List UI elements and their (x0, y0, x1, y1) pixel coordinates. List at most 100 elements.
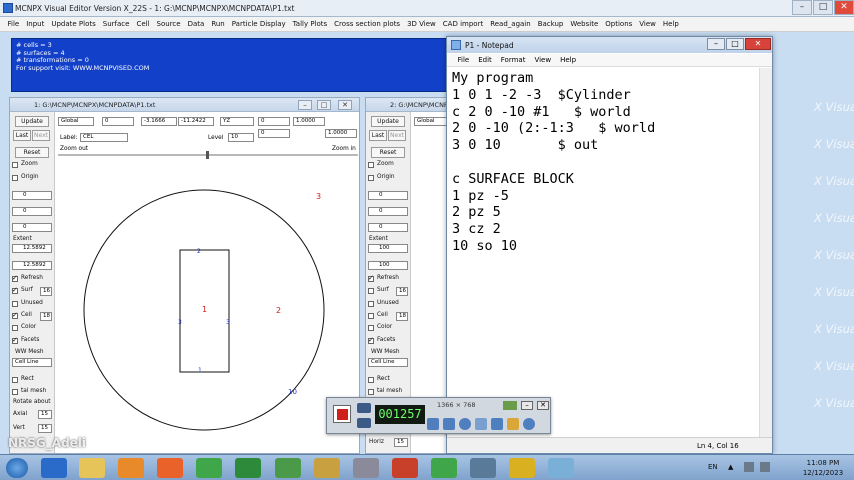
plot1-ext-d-field[interactable]: 1.0000 (325, 129, 357, 138)
cursor-icon[interactable] (475, 418, 487, 430)
plot2-refresh-checkbox[interactable] (368, 274, 374, 282)
plot1-next-button[interactable]: Next (32, 130, 50, 141)
camera-icon[interactable] (357, 403, 371, 413)
menu-item-3d-view[interactable]: 3D View (404, 20, 440, 28)
plot1-surf-size-input[interactable]: 16 (40, 287, 52, 296)
menu-item-help[interactable]: Help (659, 20, 682, 28)
plot2-surf-checkbox[interactable] (368, 288, 374, 294)
plot1-color-checkbox[interactable] (12, 325, 18, 331)
recorder-minimize-icon[interactable]: – (521, 401, 533, 410)
plot2-origin-x-input[interactable]: 0 (368, 191, 408, 200)
plot1-origin-checkbox[interactable] (12, 175, 18, 181)
notepad-menu-view[interactable]: View (530, 56, 556, 64)
plot1-origin-z-field[interactable]: -11.2422 (178, 117, 214, 126)
notepad-menu-edit[interactable]: Edit (474, 56, 497, 64)
menu-item-cad-import[interactable]: CAD import (439, 20, 486, 28)
plot1-extent-2-input[interactable]: 12.5892 (12, 261, 52, 270)
app-icon-gray[interactable] (353, 458, 379, 478)
settings-gear-icon[interactable] (523, 418, 535, 430)
plot1-ext-b-field[interactable]: 1.0000 (293, 117, 325, 126)
menu-item-file[interactable]: File (4, 20, 23, 28)
menu-item-cross-section-plots[interactable]: Cross section plots (331, 20, 404, 28)
pause-icon[interactable] (357, 418, 371, 428)
plot1-reset-button[interactable]: Reset (15, 147, 49, 158)
menu-item-input[interactable]: Input (23, 20, 48, 28)
plot1-zoom-checkbox[interactable] (12, 162, 18, 168)
menu-item-run[interactable]: Run (208, 20, 228, 28)
plot1-ext-c-field[interactable]: 0 (258, 129, 290, 138)
menu-item-tally-plots[interactable]: Tally Plots (289, 20, 331, 28)
app-icon-green[interactable] (275, 458, 301, 478)
menu-item-data[interactable]: Data (184, 20, 208, 28)
plot1-cellline-select[interactable]: Cell Line (12, 358, 52, 367)
webcam-icon[interactable] (459, 418, 471, 430)
plot2-origin-z-input[interactable]: 0 (368, 223, 408, 232)
pen-icon[interactable] (491, 418, 503, 430)
plot2-cell-size-input[interactable]: 18 (396, 312, 408, 321)
plot1-cell-size-input[interactable]: 18 (40, 312, 52, 321)
plot2-reset-button[interactable]: Reset (371, 147, 405, 158)
language-indicator[interactable]: EN (708, 463, 718, 471)
plot1-unused-checkbox[interactable] (12, 301, 18, 307)
plot2-update-button[interactable]: Update (371, 116, 405, 127)
plot1-plane-select[interactable]: YZ (220, 117, 254, 126)
plot1-canvas[interactable]: 3 2 1 2 3 3 1 10 (56, 158, 359, 453)
menu-item-backup[interactable]: Backup (534, 20, 567, 28)
plot2-cellline-select[interactable]: Cell Line (368, 358, 408, 367)
plot2-color-checkbox[interactable] (368, 325, 374, 331)
plot2-rect-checkbox[interactable] (368, 377, 374, 383)
app-icon-blue[interactable] (470, 458, 496, 478)
plot1-rect-checkbox[interactable] (12, 377, 18, 383)
plot1-level-select[interactable]: 10 (228, 133, 254, 142)
notepad-maximize-button[interactable]: □ (726, 38, 744, 50)
notepad-minimize-button[interactable]: – (707, 38, 725, 50)
menu-item-update-plots[interactable]: Update Plots (48, 20, 99, 28)
notepad-task-icon[interactable] (548, 458, 574, 478)
plot2-unused-checkbox[interactable] (368, 301, 374, 307)
plot1-origin-z-input[interactable]: 0 (12, 223, 52, 232)
plot2-cell-checkbox[interactable] (368, 313, 374, 319)
plot1-close-button[interactable]: ✕ (338, 100, 352, 110)
plot1-vert-input[interactable]: 15 (38, 424, 52, 433)
maximize-button[interactable]: □ (813, 0, 833, 15)
plot2-horiz-input[interactable]: 15 (394, 438, 408, 447)
clock-time[interactable]: 11:08 PM (800, 459, 846, 467)
notepad-menu-help[interactable]: Help (556, 56, 581, 64)
plot1-axial-input[interactable]: 15 (38, 410, 52, 419)
plot1-basis-select[interactable]: Global (58, 117, 94, 126)
firefox-icon[interactable] (157, 458, 183, 478)
plot2-extent-1-input[interactable]: 100 (368, 244, 408, 253)
plot1-refresh-checkbox[interactable] (12, 274, 18, 282)
media-player-icon[interactable] (118, 458, 144, 478)
plot2-next-button[interactable]: Next (388, 130, 406, 141)
record-button[interactable] (333, 405, 351, 423)
notepad-vertical-scrollbar[interactable] (759, 68, 772, 437)
network-icon[interactable] (744, 462, 754, 472)
plot1-extent-1-input[interactable]: 12.5892 (12, 244, 52, 253)
plot2-origin-y-input[interactable]: 0 (368, 207, 408, 216)
plot1-minimize-button[interactable]: – (298, 100, 312, 110)
plot1-update-button[interactable]: Update (15, 116, 49, 127)
notepad-text-area[interactable]: My program 1 0 1 -2 -3 $Cylinder c 2 0 -10… (452, 70, 758, 437)
folder-icon[interactable] (507, 418, 519, 430)
plot1-last-button[interactable]: Last (13, 130, 31, 141)
plot2-zoom-checkbox[interactable] (368, 162, 374, 168)
recorder-close-icon[interactable]: ✕ (537, 401, 549, 410)
plot2-basis-select[interactable]: Global (414, 117, 449, 126)
plot1-origin-x-input[interactable]: 0 (12, 191, 52, 200)
menu-item-particle-display[interactable]: Particle Display (228, 20, 289, 28)
plot2-talmesh-checkbox[interactable] (368, 389, 374, 395)
menu-item-read-again[interactable]: Read_again (487, 20, 535, 28)
chrome-icon[interactable] (196, 458, 222, 478)
tray-arrow-icon[interactable]: ▲ (728, 463, 733, 471)
plot1-facets-checkbox[interactable] (12, 336, 18, 344)
star-app-icon[interactable] (509, 458, 535, 478)
speaker-icon[interactable] (427, 418, 439, 430)
plot1-origin-x-field[interactable]: 0 (102, 117, 134, 126)
plot1-cell-checkbox[interactable] (12, 311, 18, 319)
plot1-ext-a-field[interactable]: 0 (258, 117, 290, 126)
clock-date[interactable]: 12/12/2023 (800, 469, 846, 477)
volume-icon[interactable] (760, 462, 770, 472)
plot2-origin-checkbox[interactable] (368, 175, 374, 181)
menu-item-website[interactable]: Website (567, 20, 602, 28)
